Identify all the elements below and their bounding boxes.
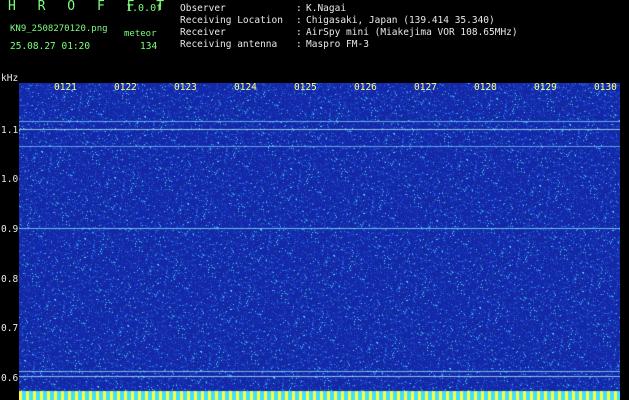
meteor-label: meteor: [124, 29, 157, 39]
y-tick-label: 1.0: [1, 174, 19, 185]
x-tick-label: 0125: [294, 82, 317, 93]
x-tick-label: 0127: [414, 82, 437, 93]
x-tick-label: 0126: [354, 82, 377, 93]
x-tick-label: 0121: [54, 82, 77, 93]
meteor-count: 134: [140, 41, 158, 52]
datetime-label: 25.08.27 01:20: [10, 41, 91, 52]
info-separator: :: [296, 3, 302, 14]
x-tick-label: 0123: [174, 82, 197, 93]
y-tick-label: 0.8: [1, 274, 19, 285]
x-tick-label: 0122: [114, 82, 137, 93]
receiver-value: AirSpy mini (Miakejima VOR 108.65MHz): [306, 27, 518, 38]
y-tick-label: 0.7: [1, 323, 19, 334]
y-axis-unit: kHz: [1, 73, 19, 84]
info-separator: :: [296, 27, 302, 38]
x-tick-label: 0124: [234, 82, 257, 93]
version-label: 1.0.0f: [126, 3, 163, 14]
observer-value: K.Nagai: [306, 3, 347, 14]
y-tick-label: 0.9: [1, 224, 19, 235]
info-separator: :: [296, 15, 302, 26]
y-tick-label: 0.6: [1, 373, 19, 384]
antenna-label: Receiving antenna: [180, 39, 278, 50]
x-tick-label: 0130: [594, 82, 617, 93]
file-name: KN9_2508270120.png: [10, 24, 108, 34]
x-tick-label: 0129: [534, 82, 557, 93]
location-value: Chigasaki, Japan (139.414 35.340): [306, 15, 495, 26]
antenna-value: Maspro FM-3: [306, 39, 369, 50]
info-separator: :: [296, 39, 302, 50]
x-tick-label: 0128: [474, 82, 497, 93]
receiver-label: Receiver: [180, 27, 226, 38]
spectrogram-canvas: [19, 83, 620, 400]
location-label: Receiving Location: [180, 15, 283, 26]
y-tick-label: 1.1: [1, 125, 19, 136]
observer-label: Observer: [180, 3, 226, 14]
